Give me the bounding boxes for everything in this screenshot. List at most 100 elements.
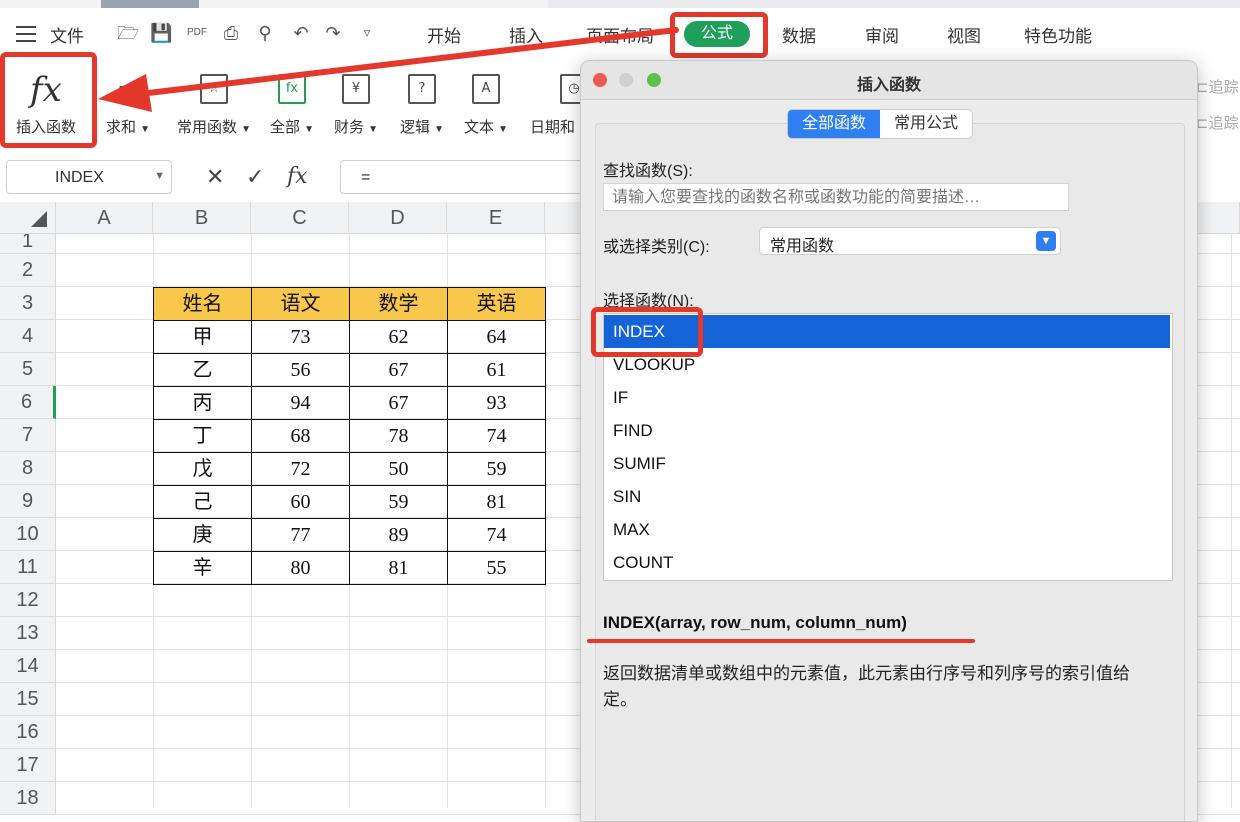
datetime-button[interactable]: ◷ 日期和 [526, 58, 580, 148]
table-cell[interactable]: 甲 [153, 320, 252, 354]
autosum-button[interactable]: Σ 求和 ▼ [100, 58, 156, 148]
table-cell[interactable]: 55 [447, 551, 546, 585]
row-header-8[interactable]: 8 [0, 452, 56, 485]
table-cell[interactable]: 81 [447, 485, 546, 519]
row-header-3[interactable]: 3 [0, 287, 56, 320]
open-folder-icon[interactable]: 🗁 [117, 22, 139, 44]
tab-view[interactable]: 视图 [947, 22, 981, 47]
tab-page-layout[interactable]: 页面布局 [586, 22, 654, 47]
row-header-12[interactable]: 12 [0, 584, 56, 617]
print-preview-icon[interactable]: ⚲ [254, 22, 276, 44]
table-cell[interactable]: 73 [251, 320, 350, 354]
table-cell[interactable]: 72 [251, 452, 350, 486]
table-cell[interactable]: 81 [349, 551, 448, 585]
print-icon[interactable]: ⎙ [220, 22, 242, 44]
table-cell[interactable]: 78 [349, 419, 448, 453]
table-cell[interactable]: 74 [447, 518, 546, 552]
tab-home[interactable]: 开始 [427, 22, 461, 47]
table-cell[interactable]: 94 [251, 386, 350, 420]
column-header-a[interactable]: A [56, 202, 153, 234]
table-cell[interactable]: 93 [447, 386, 546, 420]
table-header-cell[interactable]: 姓名 [153, 287, 252, 321]
table-cell[interactable]: 74 [447, 419, 546, 453]
logic-button[interactable]: ? 逻辑 ▼ [394, 58, 450, 148]
file-menu[interactable]: 文件 [50, 22, 84, 47]
function-item-max[interactable]: MAX [604, 513, 1170, 546]
function-item-sin[interactable]: SIN [604, 480, 1170, 513]
table-cell[interactable]: 62 [349, 320, 448, 354]
confirm-formula-icon[interactable]: ✓ [246, 164, 264, 190]
table-cell[interactable]: 50 [349, 452, 448, 486]
row-header-4[interactable]: 4 [0, 320, 56, 353]
tab-special-features[interactable]: 特色功能 [1024, 22, 1092, 47]
export-pdf-icon[interactable]: PDF [186, 22, 208, 44]
hamburger-menu-icon[interactable] [16, 26, 36, 42]
tab-common-formulas[interactable]: 常用公式 [880, 110, 972, 138]
table-cell[interactable]: 77 [251, 518, 350, 552]
function-item-sumif[interactable]: SUMIF [604, 447, 1170, 480]
table-header-cell[interactable]: 英语 [447, 287, 546, 321]
trace-precedents-button[interactable]: ⊏追踪 [1196, 76, 1239, 97]
select-all-corner[interactable] [0, 202, 56, 234]
tab-all-functions[interactable]: 全部函数 [788, 110, 881, 138]
common-functions-button[interactable]: ☆ 常用函数 ▼ [166, 58, 262, 148]
text-functions-button[interactable]: A 文本 ▼ [458, 58, 514, 148]
function-item-if[interactable]: IF [604, 381, 1170, 414]
row-header-11[interactable]: 11 [0, 551, 56, 584]
row-header-9[interactable]: 9 [0, 485, 56, 518]
column-header-c[interactable]: C [251, 202, 349, 234]
row-header-10[interactable]: 10 [0, 518, 56, 551]
search-function-field[interactable] [603, 183, 1069, 211]
formula-input[interactable]: = [340, 160, 590, 194]
table-cell[interactable]: 辛 [153, 551, 252, 585]
row-header-13[interactable]: 13 [0, 617, 56, 650]
row-header-6[interactable]: 6 [0, 386, 56, 419]
function-item-count[interactable]: COUNT [604, 546, 1170, 579]
table-cell[interactable]: 丙 [153, 386, 252, 420]
all-functions-button[interactable]: fx 全部 ▼ [264, 58, 320, 148]
tab-insert[interactable]: 插入 [509, 22, 543, 47]
row-header-2[interactable]: 2 [0, 254, 56, 287]
trace-dependents-button[interactable]: ⊏追踪 [1196, 112, 1239, 133]
function-item-find[interactable]: FIND [604, 414, 1170, 447]
tab-review[interactable]: 审阅 [865, 22, 899, 47]
row-header-14[interactable]: 14 [0, 650, 56, 683]
document-tab-marker[interactable] [101, 0, 199, 8]
row-header-16[interactable]: 16 [0, 716, 56, 749]
table-cell[interactable]: 59 [349, 485, 448, 519]
table-cell[interactable]: 己 [153, 485, 252, 519]
table-cell[interactable]: 丁 [153, 419, 252, 453]
table-cell[interactable]: 68 [251, 419, 350, 453]
fx-icon[interactable]: fx [287, 164, 308, 189]
table-cell[interactable]: 80 [251, 551, 350, 585]
column-header-d[interactable]: D [349, 202, 447, 234]
table-cell[interactable]: 64 [447, 320, 546, 354]
category-select[interactable]: 常用函数 ▼ [759, 227, 1061, 255]
redo-icon[interactable]: ↷ [322, 22, 344, 44]
table-cell[interactable]: 89 [349, 518, 448, 552]
table-cell[interactable]: 67 [349, 353, 448, 387]
column-header-e[interactable]: E [447, 202, 545, 234]
cancel-formula-icon[interactable]: ✕ [206, 164, 224, 190]
table-cell[interactable]: 60 [251, 485, 350, 519]
search-input[interactable] [610, 185, 1054, 211]
table-header-cell[interactable]: 数学 [349, 287, 448, 321]
row-header-17[interactable]: 17 [0, 749, 56, 782]
finance-button[interactable]: ¥ 财务 ▼ [328, 58, 384, 148]
row-header-18[interactable]: 18 [0, 782, 56, 815]
column-header-b[interactable]: B [153, 202, 251, 234]
table-cell[interactable]: 庚 [153, 518, 252, 552]
table-cell[interactable]: 戊 [153, 452, 252, 486]
row-header-1[interactable]: 1 [0, 234, 56, 254]
row-header-15[interactable]: 15 [0, 683, 56, 716]
table-cell[interactable]: 67 [349, 386, 448, 420]
table-cell[interactable]: 61 [447, 353, 546, 387]
name-box[interactable]: INDEX ▼ [6, 160, 172, 194]
table-header-cell[interactable]: 语文 [251, 287, 350, 321]
row-header-5[interactable]: 5 [0, 353, 56, 386]
tab-data[interactable]: 数据 [782, 22, 816, 47]
table-cell[interactable]: 59 [447, 452, 546, 486]
quick-access-dropdown-icon[interactable]: ▿ [356, 22, 378, 44]
undo-icon[interactable]: ↶ [290, 22, 312, 44]
table-cell[interactable]: 56 [251, 353, 350, 387]
